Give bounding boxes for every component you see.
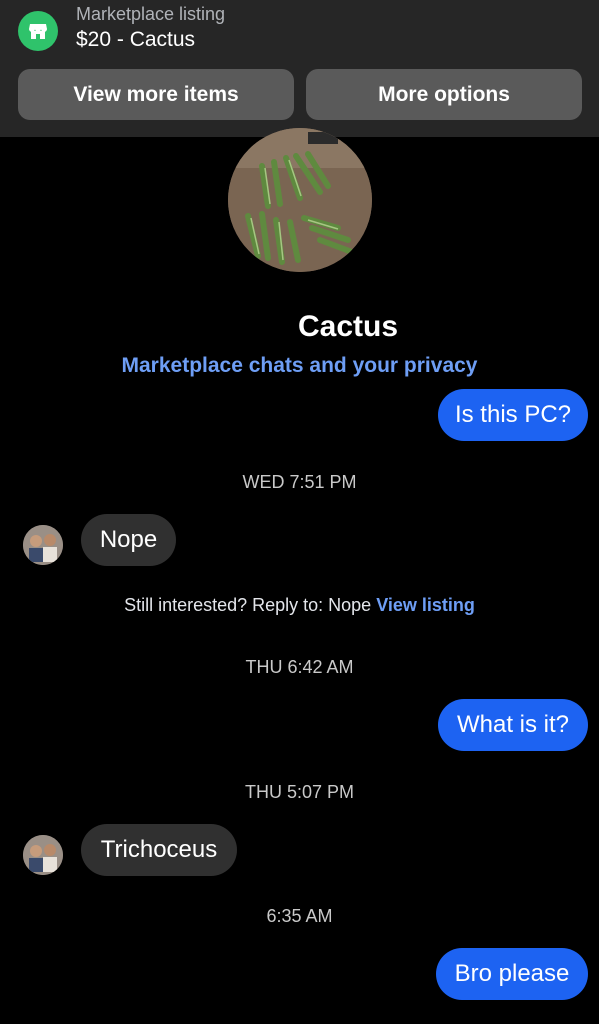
marketplace-listing-header[interactable]: Marketplace listing $20 - Cactus View mo…	[0, 0, 599, 137]
message-timestamp: 6:35 AM	[266, 906, 333, 926]
more-options-button[interactable]: More options	[306, 69, 582, 120]
message-timestamp: THU 5:07 PM	[244, 782, 355, 802]
incoming-message[interactable]: Trichoceus	[81, 824, 237, 876]
seller-name: Cactus	[298, 310, 399, 343]
outgoing-message[interactable]: Bro please	[436, 948, 588, 1000]
view-more-items-button[interactable]: View more items	[18, 69, 294, 120]
sender-avatar[interactable]	[23, 525, 63, 565]
storefront-icon	[18, 11, 58, 51]
message-timestamp: WED 7:51 PM	[242, 472, 357, 492]
reply-prompt-text: Still interested? Reply to: Nope	[124, 595, 372, 615]
listing-title[interactable]: $20 - Cactus	[76, 28, 195, 52]
incoming-message[interactable]: Nope	[81, 514, 176, 566]
outgoing-message[interactable]: What is it?	[438, 699, 588, 751]
seller-profile-photo[interactable]	[228, 128, 372, 272]
sender-avatar[interactable]	[23, 835, 63, 875]
reply-prompt: Still interested? Reply to: Nope View li…	[0, 595, 599, 616]
listing-label: Marketplace listing	[76, 4, 226, 24]
message-timestamp: THU 6:42 AM	[245, 657, 354, 677]
view-listing-link[interactable]: View listing	[376, 595, 475, 615]
privacy-link[interactable]: Marketplace chats and your privacy	[0, 354, 599, 378]
outgoing-message[interactable]: Is this PC?	[438, 389, 588, 441]
redacted-name-block	[185, 318, 290, 338]
